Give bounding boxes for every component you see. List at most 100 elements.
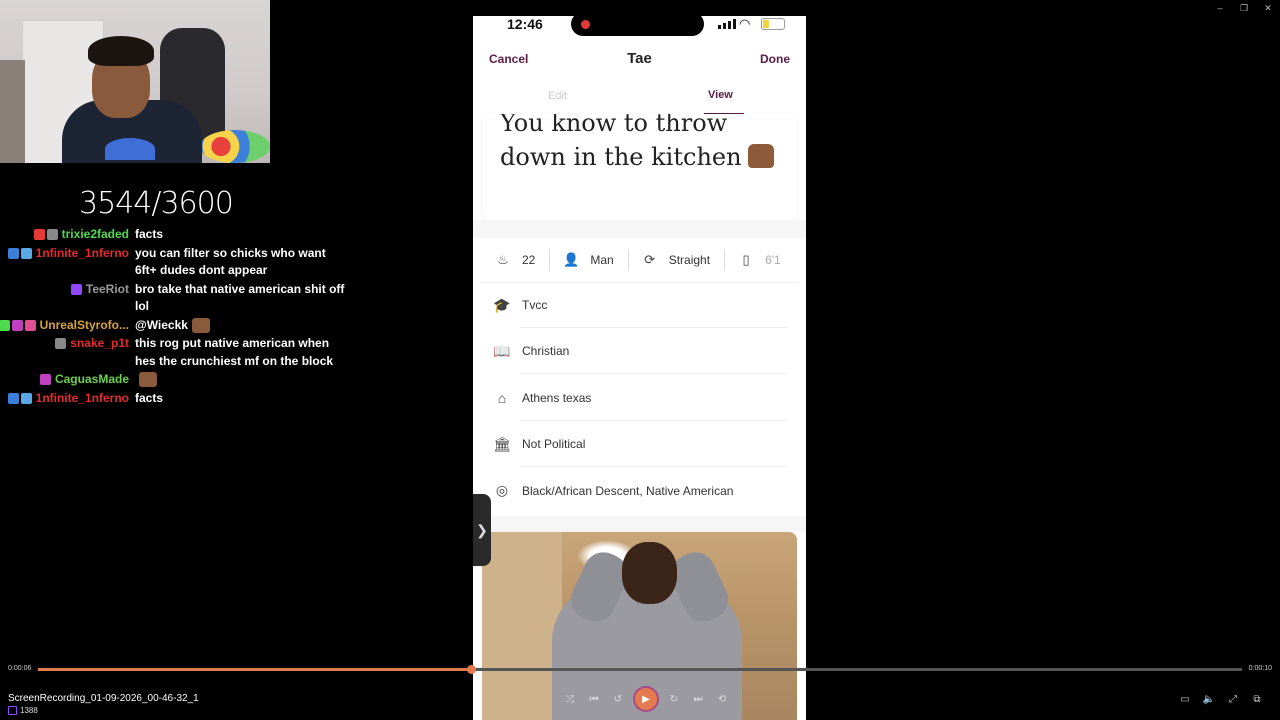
progress-bar[interactable]	[38, 665, 1242, 674]
battery-icon	[761, 18, 785, 30]
chat-text: facts	[135, 390, 164, 405]
info-label: Not Political	[522, 437, 586, 452]
side-panel-handle[interactable]: ❯	[473, 494, 491, 566]
chat-badges: #e53935#888888	[33, 229, 58, 240]
chat-text-container: bro take that native american shit off l…	[135, 281, 345, 316]
chat-panel: #e53935#888888trixie2fadedfacts#3b7fd8#5…	[0, 226, 345, 408]
chat-message-header: #9147ff TeeRiot	[0, 281, 135, 316]
photo-head	[622, 542, 677, 604]
tab-view[interactable]: View	[708, 89, 733, 101]
playback-controls: ⤮ ⏮ ↺ ▶ ↻ ⏭ ⟲	[563, 688, 729, 710]
chat-text-container: @Wieckk	[135, 317, 345, 335]
vital-orientation: ⟳ Straight	[641, 251, 710, 269]
chat-text-container: this rog put native american when hes th…	[135, 335, 345, 370]
shuffle-icon[interactable]: ⤮	[563, 691, 577, 707]
chat-text: facts	[135, 227, 164, 241]
miniplayer-icon[interactable]: ⧉	[1250, 691, 1264, 707]
forward-icon[interactable]: ↻	[667, 691, 681, 707]
chat-username[interactable]: 1nfinite_1nferno	[36, 245, 129, 263]
vitals-card: ♨ 22 👤 Man ⟳ Straight ▯ 6'1 🎓 Tvcc 📖 Christ…	[482, 238, 797, 516]
politics-building-icon: 🏛	[493, 435, 511, 452]
home-icon: ⌂	[497, 389, 507, 406]
player-right-controls: ▭ 🔈 ⤢ ⧉	[1178, 691, 1264, 707]
chat-badges: #c040c0	[39, 374, 51, 385]
webcam-streamer-hair	[88, 36, 154, 66]
vital-gender: 👤 Man	[562, 251, 613, 269]
window-controls: – ❐ ✕	[1208, 0, 1280, 16]
rewind-icon[interactable]: ↺	[611, 691, 625, 707]
chat-text-container: facts	[135, 226, 345, 244]
info-label: Black/African Descent, Native American	[522, 483, 734, 498]
chat-text-container: facts	[135, 390, 345, 408]
done-button[interactable]: Done	[760, 52, 790, 66]
play-button[interactable]: ▶	[635, 688, 657, 710]
subtitles-icon[interactable]: ▭	[1178, 691, 1192, 707]
chat-badges: #9147ff	[70, 283, 82, 295]
chat-username[interactable]: trixie2faded	[62, 226, 129, 244]
gender-value: Man	[590, 253, 614, 267]
chat-message: #4ddb4d#c040c0#e05090 UnrealStyrofo... @Wi…	[0, 317, 345, 336]
info-row: ◎ Black/African Descent, Native American	[482, 468, 797, 514]
chat-badge-icon: #888888	[46, 229, 58, 240]
minimize-button[interactable]: –	[1208, 0, 1232, 16]
chat-username[interactable]: UnrealStyrofo...	[40, 317, 129, 335]
chat-badges: #3b7fd8#5aa9e6	[7, 247, 32, 259]
viewer-icon	[8, 706, 17, 715]
section-separator	[473, 516, 806, 532]
chat-username[interactable]: TeeRiot	[86, 281, 129, 299]
ruler-icon: ▯	[742, 252, 750, 267]
chat-message-header: #3b7fd8#5aa9e6 1nfinite_1nferno	[0, 245, 135, 280]
cake-icon: ♨	[497, 252, 509, 267]
chat-message-header: #888888snake_p1t	[0, 335, 135, 370]
info-label: Christian	[522, 344, 570, 359]
chat-badge-icon: #3b7fd8	[7, 392, 19, 404]
fullscreen-icon[interactable]: ⤢	[1226, 691, 1240, 707]
goal-counter: 3544/3600	[79, 186, 234, 221]
chat-text: you can filter so chicks who want 6ft+ d…	[135, 245, 326, 278]
section-separator	[473, 220, 806, 238]
orientation-icon: ⟳	[644, 252, 656, 267]
info-row: ⌂ Athens texas	[482, 375, 797, 421]
volume-icon[interactable]: 🔈	[1202, 691, 1216, 707]
chat-text: bro take that native american shit off l…	[135, 281, 345, 314]
raised-hands-emoji-icon	[747, 144, 774, 168]
vital-height: ▯ 6'1	[737, 251, 781, 269]
ethnicity-globe-icon: ◎	[495, 482, 509, 499]
restore-button[interactable]: ❐	[1232, 0, 1256, 16]
height-value: 6'1	[765, 253, 781, 267]
vitals-row[interactable]: ♨ 22 👤 Man ⟳ Straight ▯ 6'1	[482, 238, 797, 283]
vital-divider	[627, 249, 629, 271]
close-button[interactable]: ✕	[1256, 0, 1280, 16]
info-row: 📖 Christian	[482, 328, 797, 375]
phone-screen: 12:46 ◠ Cancel Tae Done Edit View You kn…	[473, 16, 806, 720]
chat-badges: #3b7fd8#5aa9e6	[7, 392, 32, 404]
chat-message: #9147ff TeeRiot bro take that native ameri…	[0, 281, 345, 317]
webcam-shirt-logo	[105, 138, 155, 160]
chat-message: #3b7fd8#5aa9e6 1nfinite_1nferno facts	[0, 390, 345, 409]
chat-badge-icon: #3b7fd8	[7, 247, 19, 259]
info-label: Tvcc	[522, 298, 548, 312]
webcam-overlay	[0, 0, 270, 163]
chat-username[interactable]: CaguasMade	[55, 371, 129, 389]
chat-message-header: #3b7fd8#5aa9e6 1nfinite_1nferno	[0, 390, 135, 408]
chat-message-header: #e53935#888888 trixie2faded	[0, 226, 135, 244]
chat-message-header: #c040c0 CaguasMade	[0, 371, 135, 389]
photo-door	[482, 532, 562, 720]
chat-badges: #4ddb4d#c040c0#e05090	[0, 319, 36, 331]
school-icon: 🎓	[493, 296, 511, 313]
elapsed-time: 0:00:06	[8, 665, 32, 672]
prompt-answer: You know to throw down in the kitchen	[500, 114, 742, 171]
signal-icon	[718, 19, 736, 29]
chat-badge-icon: #9147ff	[70, 283, 82, 295]
info-row: 🎓 Tvcc	[482, 282, 797, 328]
chat-badge-icon: #5aa9e6	[20, 247, 32, 259]
chat-badge-icon: #e53935	[33, 229, 45, 240]
next-icon[interactable]: ⏭	[691, 691, 705, 707]
chat-username[interactable]: snake_p1t	[70, 335, 129, 353]
tab-edit[interactable]: Edit	[548, 90, 567, 102]
info-label: Athens texas	[522, 390, 592, 405]
chat-badges: #888888	[55, 338, 67, 349]
repeat-icon[interactable]: ⟲	[715, 691, 729, 707]
previous-icon[interactable]: ⏮	[587, 691, 601, 707]
chat-username[interactable]: 1nfinite_1nferno	[36, 390, 129, 408]
